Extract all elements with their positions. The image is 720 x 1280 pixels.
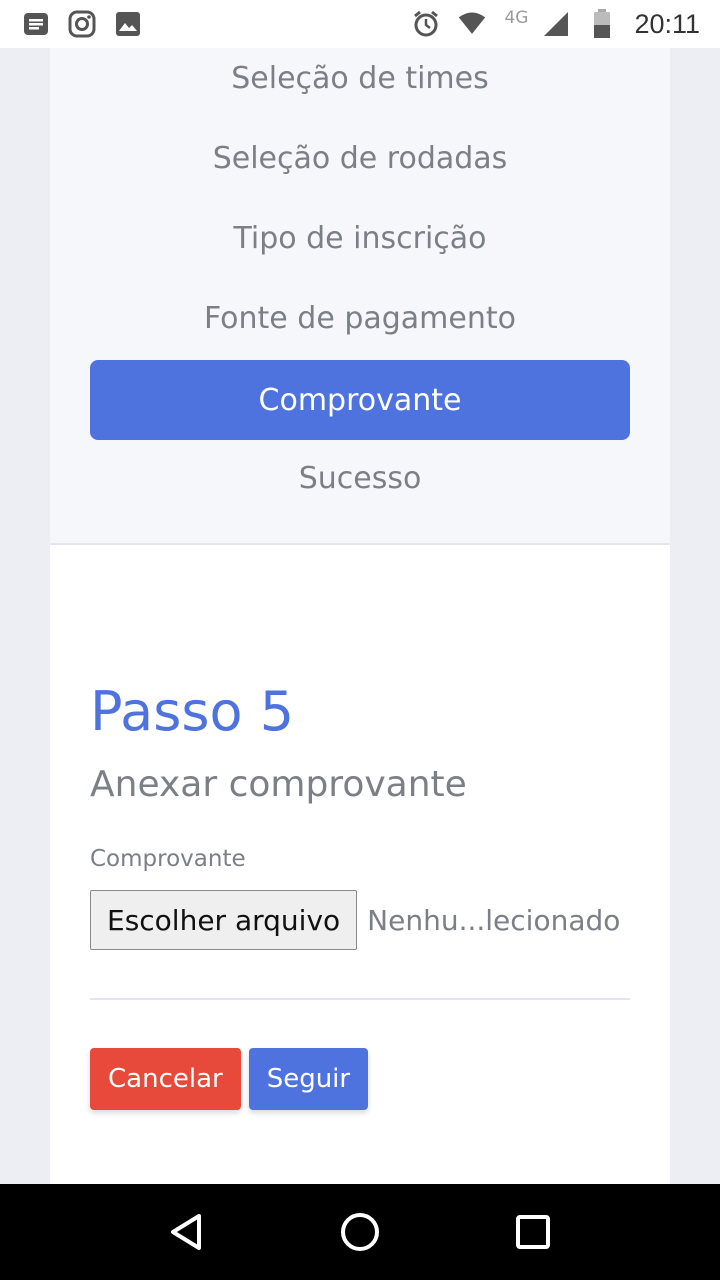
signal-icon: [542, 10, 570, 38]
step-payment-source[interactable]: Fonte de pagamento: [90, 278, 630, 358]
battery-icon: [588, 9, 616, 38]
choose-file-button[interactable]: Escolher arquivo: [90, 890, 358, 950]
system-icons: 4G 20:11: [412, 8, 700, 40]
next-button[interactable]: Seguir: [248, 1048, 369, 1110]
step-receipt[interactable]: Comprovante: [90, 360, 630, 440]
step-round-selection[interactable]: Seleção de rodadas: [90, 118, 630, 198]
notification-icons: [22, 10, 142, 38]
clock: 20:11: [634, 8, 700, 39]
divider: [90, 998, 630, 1000]
wizard-card: Seleção de times Seleção de rodadas Tipo…: [50, 48, 670, 1184]
step-heading: Passo 5: [90, 680, 295, 743]
recents-icon[interactable]: [511, 1210, 555, 1254]
action-buttons: Cancelar Seguir: [90, 1048, 369, 1110]
instagram-icon: [68, 10, 96, 38]
back-icon[interactable]: [165, 1210, 209, 1254]
step-team-selection[interactable]: Seleção de times: [90, 48, 630, 118]
status-bar: 4G 20:11: [0, 0, 720, 48]
navigation-bar: [0, 1184, 720, 1280]
news-icon: [22, 10, 50, 38]
wifi-icon: [458, 10, 486, 38]
file-status-text: Nenhu...lecionado: [367, 903, 621, 937]
receipt-file-input[interactable]: Escolher arquivo Nenhu...lecionado: [90, 890, 630, 950]
alarm-icon: [412, 10, 440, 38]
image-icon: [114, 10, 142, 38]
home-icon[interactable]: [338, 1210, 382, 1254]
page: Seleção de times Seleção de rodadas Tipo…: [0, 48, 720, 1184]
step-subheading: Anexar comprovante: [90, 764, 467, 805]
step-success[interactable]: Sucesso: [90, 438, 630, 518]
step-registration-type[interactable]: Tipo de inscrição: [90, 198, 630, 278]
receipt-field-label: Comprovante: [90, 846, 246, 872]
step-list: Seleção de times Seleção de rodadas Tipo…: [50, 48, 670, 545]
cancel-button[interactable]: Cancelar: [90, 1048, 241, 1110]
network-type: 4G: [504, 8, 529, 28]
